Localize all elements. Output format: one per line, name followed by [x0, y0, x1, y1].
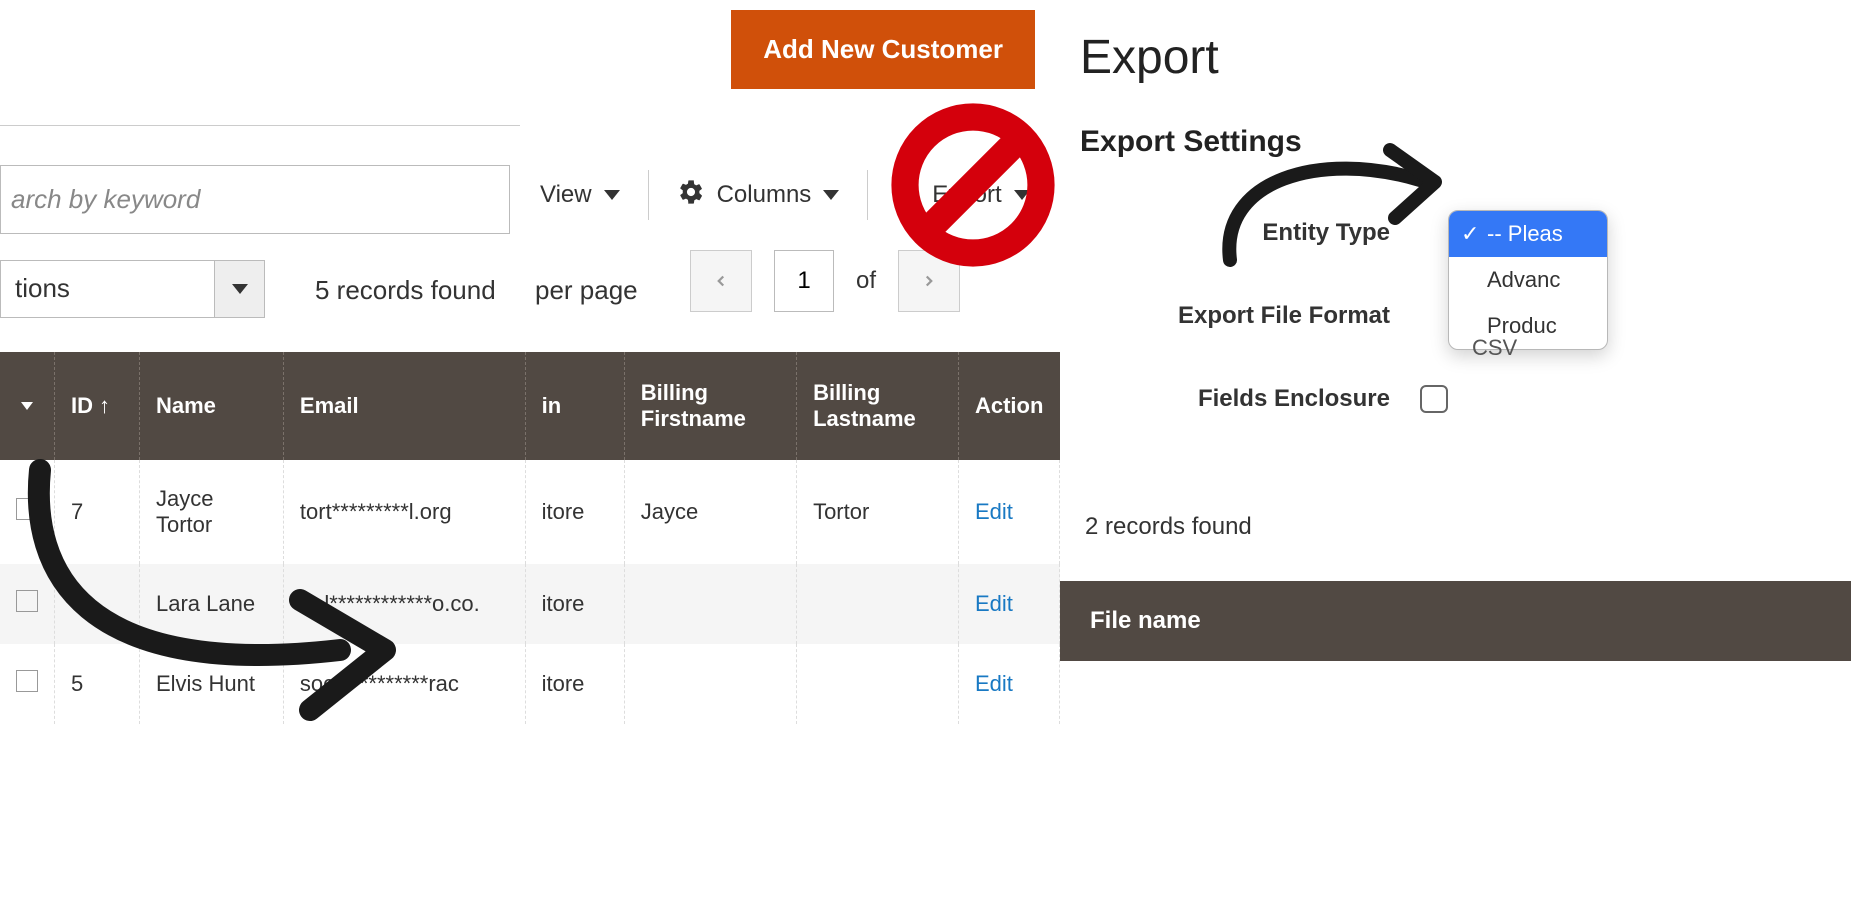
records-found-label: 5 records found [315, 275, 496, 306]
entity-option-placeholder[interactable]: -- Pleas [1449, 211, 1607, 257]
row-checkbox[interactable] [16, 498, 38, 520]
edit-link[interactable]: Edit [975, 499, 1013, 524]
export-title: Export [1080, 30, 1851, 85]
search-input[interactable]: arch by keyword [0, 165, 510, 234]
entity-type-label: Entity Type [1080, 219, 1420, 247]
cell-email: soc***********rac [283, 644, 525, 724]
view-label: View [540, 181, 592, 209]
cell-email: et.l************o.co. [283, 564, 525, 644]
cell-bfn: Jayce [624, 460, 796, 564]
per-page-label: per page [535, 275, 638, 306]
header-in[interactable]: in [525, 352, 624, 460]
header-divider [0, 125, 520, 126]
cell-name: Jayce Tortor [139, 460, 283, 564]
view-control[interactable]: View [540, 181, 620, 209]
table-row: 5 Elvis Hunt soc***********rac itore Edi… [0, 644, 1060, 724]
entity-option-advanced[interactable]: Advanc [1449, 257, 1607, 303]
entity-type-select[interactable]: -- Pleas Advanc Produc [1448, 210, 1608, 350]
prev-page-button[interactable] [690, 250, 752, 312]
cell-bln [797, 564, 959, 644]
header-id[interactable]: ID↑ [55, 352, 140, 460]
separator [648, 170, 649, 220]
header-billing-lastname[interactable]: BillingLastname [797, 352, 959, 460]
columns-label: Columns [717, 181, 812, 209]
export-file-format-label: Export File Format [1080, 302, 1420, 330]
actions-label: tions [1, 261, 214, 317]
caret-down-icon [1014, 190, 1030, 200]
separator [867, 170, 868, 220]
header-billing-firstname[interactable]: BillingFirstname [624, 352, 796, 460]
page-of-label: of [856, 267, 876, 295]
cell-name: Lara Lane [139, 564, 283, 644]
cell-in: itore [525, 564, 624, 644]
cell-bln [797, 644, 959, 724]
header-name[interactable]: Name [139, 352, 283, 460]
table-row: 7 Jayce Tortor tort*********l.org itore … [0, 460, 1060, 564]
actions-dropdown[interactable]: tions [0, 260, 265, 318]
next-page-button[interactable] [898, 250, 960, 312]
cell-bln: Tortor [797, 460, 959, 564]
edit-link[interactable]: Edit [975, 591, 1013, 616]
row-checkbox[interactable] [16, 590, 38, 612]
cell-id: 5 [55, 644, 140, 724]
customer-table: ID↑ Name Email in BillingFirstname Billi… [0, 352, 1060, 724]
edit-link[interactable]: Edit [975, 671, 1013, 696]
actions-arrow [214, 261, 264, 317]
gear-icon [677, 178, 705, 213]
add-customer-button[interactable]: Add New Customer [731, 10, 1035, 89]
caret-down-icon [232, 284, 248, 294]
cell-email: tort*********l.org [283, 460, 525, 564]
caret-down-icon [604, 190, 620, 200]
cell-id: 7 [55, 460, 140, 564]
cell-name: Elvis Hunt [139, 644, 283, 724]
sort-up-icon: ↑ [99, 393, 110, 418]
export-settings-heading: Export Settings [1080, 125, 1851, 159]
header-action: Action [958, 352, 1059, 460]
cell-bfn [624, 644, 796, 724]
caret-down-icon [21, 402, 33, 410]
file-name-header: File name [1060, 581, 1851, 661]
export-label: Export [932, 181, 1001, 209]
row-checkbox[interactable] [16, 670, 38, 692]
fields-enclosure-label: Fields Enclosure [1080, 385, 1420, 413]
file-format-value: CSV [1472, 335, 1517, 361]
cell-in: itore [525, 460, 624, 564]
columns-control[interactable]: Columns [677, 178, 840, 213]
table-row: 6 Lara Lane et.l************o.co. itore … [0, 564, 1060, 644]
fields-enclosure-checkbox[interactable] [1420, 385, 1448, 413]
header-checkbox[interactable] [0, 352, 55, 460]
header-email[interactable]: Email [283, 352, 525, 460]
right-records-found: 2 records found [1085, 513, 1851, 541]
cell-id: 6 [55, 564, 140, 644]
export-control[interactable]: Export [896, 180, 1029, 211]
cell-bfn [624, 564, 796, 644]
page-input[interactable] [774, 250, 834, 312]
cell-in: itore [525, 644, 624, 724]
upload-icon [896, 180, 920, 211]
caret-down-icon [823, 190, 839, 200]
